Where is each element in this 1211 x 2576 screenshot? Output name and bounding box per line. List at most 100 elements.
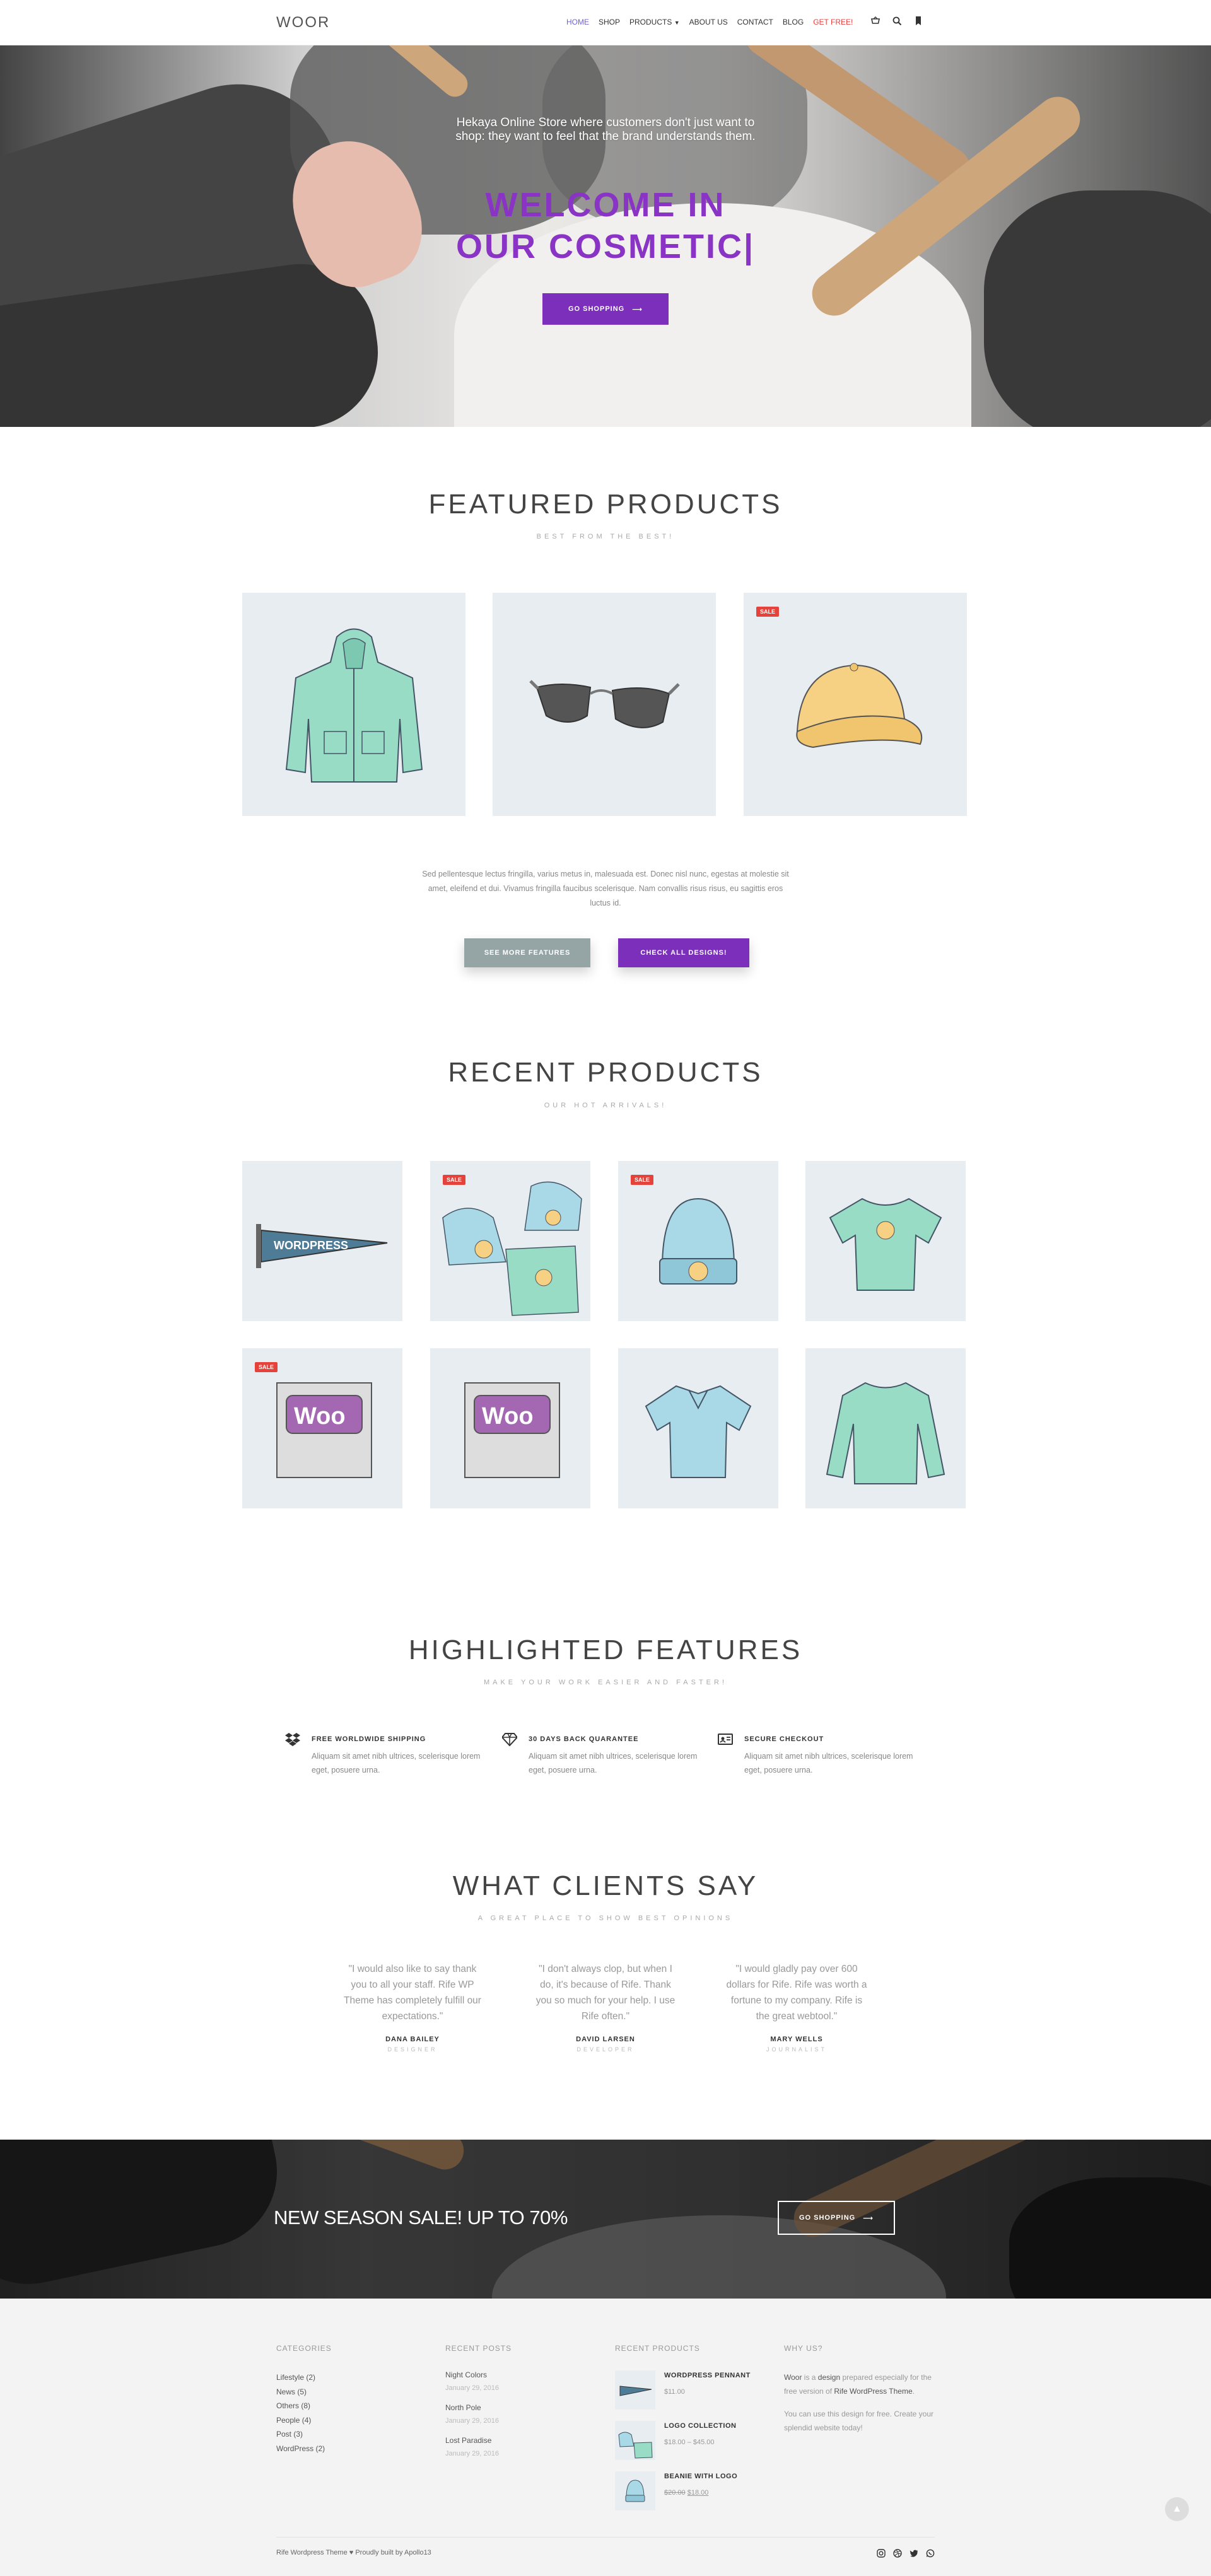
- feature-text: Aliquam sit amet nibh ultrices, sceleris…: [529, 1752, 698, 1775]
- twitter-icon[interactable]: [910, 2549, 918, 2558]
- back-to-top-button[interactable]: ▲: [1165, 2497, 1189, 2521]
- dribbble-icon[interactable]: [893, 2549, 902, 2558]
- beanie-image: [659, 1198, 737, 1285]
- product-card-woo-album[interactable]: SALE Woo: [242, 1348, 402, 1508]
- nav-get-free[interactable]: GET FREE!: [813, 18, 853, 26]
- whatsapp-icon[interactable]: [926, 2549, 935, 2558]
- footer-heading: RECENT POSTS: [445, 2344, 512, 2353]
- footer-heading: WHY US?: [784, 2344, 823, 2353]
- category-link[interactable]: WordPress (2): [276, 2442, 332, 2456]
- recent-subtitle: OUR HOT ARRIVALS!: [544, 1102, 667, 1109]
- why-theme-link[interactable]: Rife WordPress Theme: [834, 2387, 912, 2396]
- instagram-icon[interactable]: [877, 2549, 886, 2558]
- product-card-cap[interactable]: SALE: [744, 593, 967, 816]
- footer-why-us: WHY US? Woor is a design prepared especi…: [784, 2344, 935, 2444]
- nav-blog[interactable]: BLOG: [783, 18, 804, 26]
- post-date: January 29, 2016: [445, 2417, 500, 2425]
- post-link[interactable]: Lost Paradise: [445, 2436, 512, 2445]
- hero-go-shopping-button[interactable]: GO SHOPPING ⟶: [542, 293, 669, 325]
- why-design: design: [817, 2373, 841, 2382]
- cart-icon[interactable]: [870, 16, 880, 26]
- footer-recent-products: RECENT PRODUCTS WORDPRESS PENNANT $11.00…: [615, 2344, 766, 2522]
- product-card-pennant[interactable]: WORDPRESS: [242, 1161, 402, 1321]
- testimonial-role: DEVELOPER: [576, 2046, 635, 2053]
- dropbox-icon: [285, 1733, 300, 1746]
- category-link[interactable]: People (4): [276, 2413, 332, 2428]
- hero-subtitle: Hekaya Online Store where customers don'…: [455, 116, 756, 143]
- feature-guarantee: 30 DAYS BACK QUARANTEE Aliquam sit amet …: [502, 1733, 704, 1786]
- banner-button-label: GO SHOPPING: [799, 2214, 856, 2222]
- post-link[interactable]: North Pole: [445, 2403, 512, 2412]
- product-name[interactable]: LOGO COLLECTION: [664, 2422, 736, 2430]
- banner-background: [0, 2140, 1211, 2299]
- hero-title: WELCOME IN OUR COSMETIC|: [353, 184, 858, 267]
- highlighted-subtitle: MAKE YOUR WORK EASIER AND FASTER!: [483, 1679, 728, 1686]
- why-text: is a: [802, 2373, 818, 2382]
- copyright: Rife Wordpress Theme ♥ Proudly built by …: [276, 2549, 431, 2556]
- product-card-logo-collection[interactable]: SALE: [430, 1161, 590, 1321]
- product-name[interactable]: BEANIE WITH LOGO: [664, 2473, 737, 2480]
- id-card-icon: [718, 1734, 733, 1745]
- why-paragraph-2: You can use this design for free. Create…: [784, 2410, 934, 2432]
- nav-products[interactable]: PRODUCTS ▼: [629, 18, 680, 26]
- check-all-designs-button[interactable]: CHECK ALL DESIGNS!: [618, 938, 749, 967]
- feature-title: 30 DAYS BACK QUARANTEE: [529, 1735, 639, 1743]
- pennant-image: WORDPRESS: [256, 1224, 388, 1268]
- banner-text: NEW SEASON SALE! UP TO 70%: [274, 2206, 568, 2229]
- banner-go-shopping-button[interactable]: GO SHOPPING ⟶: [778, 2201, 895, 2235]
- testimonial-1: "I would also like to say thank you to a…: [340, 1961, 485, 2053]
- testimonial-name: DAVID LARSEN: [576, 2036, 635, 2043]
- feature-checkout: SECURE CHECKOUT Aliquam sit amet nibh ul…: [718, 1734, 920, 1786]
- testimonial-role: JOURNALIST: [766, 2046, 827, 2053]
- feature-title: SECURE CHECKOUT: [744, 1735, 824, 1743]
- footer-product[interactable]: LOGO COLLECTION $18.00 – $45.00: [615, 2421, 766, 2471]
- product-card-sunglasses[interactable]: [493, 593, 716, 816]
- nav-contact[interactable]: CONTACT: [737, 18, 773, 26]
- see-more-features-button[interactable]: SEE MORE FEATURES: [464, 938, 590, 967]
- product-card-beanie[interactable]: SALE: [618, 1161, 778, 1321]
- testimonial-role: DESIGNER: [387, 2046, 438, 2053]
- site-logo[interactable]: WOOR: [276, 14, 330, 32]
- highlighted-title: HIGHLIGHTED FEATURES: [408, 1635, 803, 1665]
- hoodie-image: [285, 628, 423, 783]
- sunglasses-image: [529, 680, 680, 728]
- product-card-woo-album-2[interactable]: Woo: [430, 1348, 590, 1508]
- footer-product[interactable]: BEANIE WITH LOGO $20.00 $18.00: [615, 2471, 766, 2522]
- arrow-right-icon: ⟶: [863, 2214, 874, 2222]
- sale-badge: SALE: [756, 607, 780, 617]
- product-card-polo[interactable]: [618, 1348, 778, 1508]
- hero-title-line2: OUR COSMETIC|: [455, 228, 756, 265]
- hero-title-line1: WELCOME IN: [485, 186, 726, 224]
- testimonial-name: DANA BAILEY: [385, 2036, 440, 2043]
- product-price-group: $20.00 $18.00: [664, 2489, 708, 2497]
- product-card-tshirt[interactable]: [805, 1161, 966, 1321]
- diamond-icon: [502, 1733, 517, 1746]
- product-card-hoodie[interactable]: [242, 593, 465, 816]
- arrow-right-icon: ⟶: [632, 305, 643, 313]
- category-link[interactable]: Post (3): [276, 2427, 332, 2442]
- post-link[interactable]: Night Colors: [445, 2370, 512, 2379]
- nav-shop[interactable]: SHOP: [599, 18, 620, 26]
- bookmark-icon[interactable]: [913, 16, 923, 26]
- polo-image: [645, 1385, 752, 1478]
- svg-text:WORDPRESS: WORDPRESS: [274, 1239, 348, 1252]
- nav-home[interactable]: HOME: [566, 18, 589, 26]
- feature-text: Aliquam sit amet nibh ultrices, sceleris…: [312, 1752, 481, 1775]
- social-icons: [877, 2549, 935, 2558]
- sale-badge: SALE: [255, 1362, 278, 1372]
- tshirt-image: [829, 1198, 942, 1291]
- beanie-thumbnail: [615, 2471, 655, 2510]
- nav-about[interactable]: ABOUT US: [689, 18, 728, 26]
- category-link[interactable]: Others (8): [276, 2399, 332, 2413]
- product-name[interactable]: WORDPRESS PENNANT: [664, 2372, 751, 2379]
- search-icon[interactable]: [892, 16, 902, 26]
- sale-badge: SALE: [443, 1175, 466, 1185]
- nav-products-label: PRODUCTS: [629, 18, 672, 26]
- category-link[interactable]: News (5): [276, 2385, 332, 2399]
- footer-product[interactable]: WORDPRESS PENNANT $11.00: [615, 2370, 766, 2421]
- category-link[interactable]: Lifestyle (2): [276, 2370, 332, 2385]
- clients-subtitle: A GREAT PLACE TO SHOW BEST OPINIONS: [477, 1915, 734, 1922]
- logo-collection-image: [442, 1181, 582, 1316]
- logo-collection-thumbnail: [615, 2421, 655, 2460]
- product-card-long-sleeve[interactable]: [805, 1348, 966, 1508]
